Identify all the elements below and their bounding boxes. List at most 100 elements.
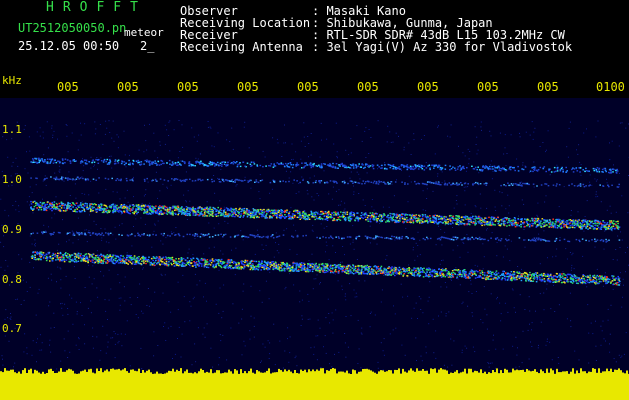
signal-pixel [395, 271, 398, 273]
signal-pixel [125, 209, 128, 211]
signal-pixel [96, 208, 98, 211]
noise-speck [51, 127, 53, 129]
signal-pixel [436, 214, 438, 217]
signal-pixel [420, 222, 423, 224]
signal-pixel [263, 208, 265, 211]
noise-speck [48, 226, 49, 228]
signal-pixel [89, 210, 92, 213]
noise-speck [565, 248, 567, 250]
signal-pixel [204, 207, 207, 209]
noise-speck [335, 122, 337, 124]
noise-speck [417, 255, 419, 257]
noise-speck [41, 349, 43, 351]
noise-speck [319, 156, 321, 158]
signal-pixel [481, 270, 483, 272]
signal-pixel [463, 222, 466, 225]
noise-speck [148, 305, 150, 307]
noise-speck [486, 228, 488, 230]
noise-speck [308, 143, 310, 144]
noise-speck [199, 153, 201, 155]
noise-speck [221, 317, 223, 319]
noise-speck [301, 315, 303, 317]
signal-pixel [544, 273, 546, 276]
signal-pixel [449, 214, 452, 217]
noise-speck [338, 351, 340, 353]
x-tick-label: 005 [297, 80, 319, 94]
noise-speck [192, 298, 194, 300]
signal-pixel [300, 214, 302, 217]
noise-speck [500, 320, 502, 322]
signal-pixel [201, 208, 204, 211]
signal-pixel [85, 253, 88, 255]
signal-pixel [558, 225, 560, 227]
signal-pixel [576, 221, 579, 223]
signal-pixel [438, 222, 440, 224]
noise-speck [328, 313, 330, 314]
noise-speck [121, 223, 123, 225]
noise-speck [253, 336, 255, 338]
signal-pixel [310, 213, 312, 215]
noise-speck [344, 293, 346, 295]
noise-speck [588, 332, 590, 334]
noise-speck [468, 158, 470, 160]
noise-speck [168, 135, 170, 136]
signal-pixel [327, 213, 330, 216]
signal-pixel [270, 216, 273, 219]
noise-speck [619, 122, 621, 124]
noise-speck [350, 138, 352, 140]
signal-pixel [145, 262, 147, 265]
noise-speck [259, 198, 261, 200]
signal-pixel [37, 204, 39, 206]
noise-speck [80, 134, 82, 136]
noise-speck [577, 153, 579, 155]
signal-pixel [34, 254, 36, 256]
noise-speck [400, 283, 402, 285]
signal-pixel [59, 210, 61, 212]
noise-speck [141, 368, 143, 370]
signal-pixel [84, 202, 87, 205]
noise-speck [525, 239, 527, 241]
signal-pixel [51, 205, 54, 207]
signal-pixel [217, 215, 220, 217]
signal-pixel [543, 219, 545, 221]
noise-speck [160, 273, 162, 275]
signal-pixel [281, 265, 283, 267]
noise-speck [18, 254, 20, 256]
signal-pixel [51, 209, 53, 212]
noise-speck [291, 159, 293, 161]
signal-pixel [212, 265, 215, 267]
noise-speck [441, 244, 443, 246]
noise-speck [315, 335, 317, 337]
noise-speck [37, 338, 38, 340]
noise-speck [81, 193, 83, 194]
noise-speck [312, 224, 314, 226]
noise-speck [569, 252, 571, 253]
signal-pixel [187, 212, 189, 215]
signal-pixel [583, 223, 586, 226]
noise-speck [78, 349, 80, 350]
signal-pixel [212, 264, 214, 266]
noise-speck [5, 309, 7, 311]
signal-pixel [43, 257, 45, 259]
signal-pixel [279, 217, 282, 220]
noise-speck [290, 207, 292, 209]
signal-pixel [69, 205, 72, 207]
signal-pixel [502, 218, 504, 220]
signal-pixel [284, 270, 286, 272]
signal-pixel [508, 218, 510, 220]
noise-speck [207, 126, 209, 128]
signal-pixel [572, 226, 574, 229]
signal-pixel [526, 225, 528, 227]
signal-pixel [220, 207, 222, 210]
signal-pixel [105, 210, 107, 213]
noise-speck [524, 246, 526, 248]
signal-pixel [364, 216, 366, 218]
noise-speck [189, 320, 191, 322]
signal-pixel [490, 216, 493, 218]
noise-speck [168, 121, 170, 123]
noise-speck [326, 226, 328, 227]
signal-pixel [471, 217, 473, 219]
signal-pixel [488, 216, 490, 219]
noise-speck [465, 186, 467, 188]
noise-speck [594, 178, 596, 180]
